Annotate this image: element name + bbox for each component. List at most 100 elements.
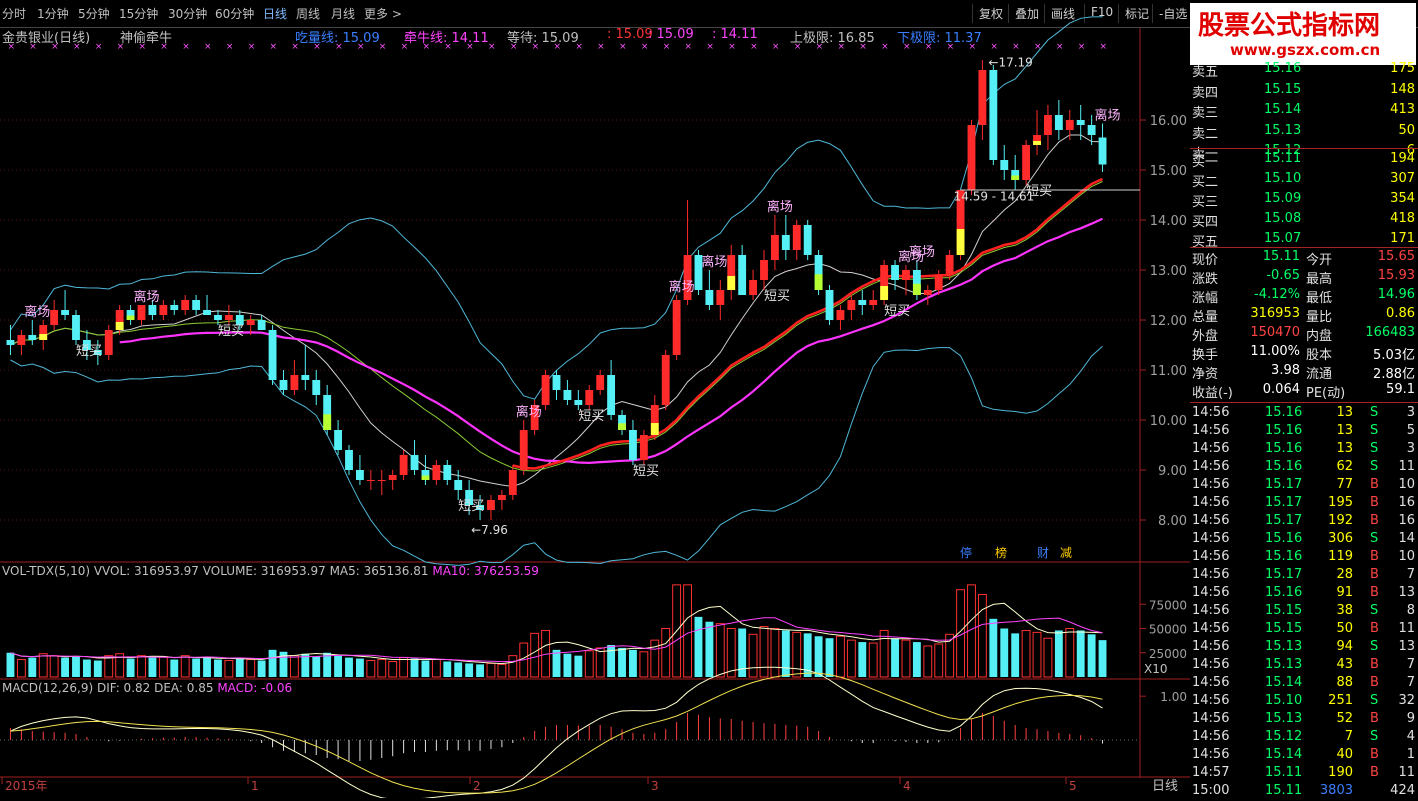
tick-volume: 13 xyxy=(1336,405,1353,420)
top-marker: × xyxy=(881,42,889,52)
quote-row: 14:57 15.11 190 B 11 xyxy=(1190,765,1418,783)
price-tick-label: 10.00 xyxy=(1150,414,1187,429)
price-tick-label: 13.00 xyxy=(1150,264,1187,279)
leave-label: 离场 xyxy=(24,304,50,320)
qianniu-line xyxy=(119,217,1103,465)
candle xyxy=(137,305,146,325)
volume-bar xyxy=(1032,631,1042,678)
candle xyxy=(989,65,998,165)
kline-chart[interactable]: 16.0015.0014.0013.0012.0011.0010.009.008… xyxy=(0,0,1190,798)
top-marker: × xyxy=(95,42,103,52)
stat-value: 3.98 xyxy=(1271,363,1300,378)
volume-bar xyxy=(148,657,157,677)
info-tag[interactable]: 减 xyxy=(1060,546,1072,560)
stat-label: PE(动) xyxy=(1306,386,1346,401)
volume-bar xyxy=(421,660,430,677)
high-price-label: ←17.19 xyxy=(988,56,1032,70)
tick-price: 15.16 xyxy=(1265,585,1303,600)
stat-value: 316953 xyxy=(1250,306,1300,321)
candle xyxy=(552,370,561,400)
top-marker: × xyxy=(663,42,671,52)
short-buy-label: 短买 xyxy=(578,409,604,424)
tick-count: 3 xyxy=(1406,405,1415,420)
stat-label: 今开 xyxy=(1306,253,1333,268)
quote-row: 14:56 15.16 62 S 11 xyxy=(1190,459,1418,477)
tick-time: 14:56 xyxy=(1192,657,1230,672)
tick-time: 14:56 xyxy=(1192,441,1230,456)
stat-label: 涨跌 xyxy=(1192,272,1219,287)
stat-value: 166483 xyxy=(1365,325,1415,340)
volume-bar xyxy=(443,661,452,677)
top-marker: × xyxy=(444,42,452,52)
top-marker: × xyxy=(706,42,714,52)
candle xyxy=(705,270,714,310)
order-price: 15.14 xyxy=(1264,102,1302,117)
volume-bar xyxy=(694,616,703,677)
tick-side: S xyxy=(1370,441,1379,456)
price-tick-label: 14.00 xyxy=(1150,214,1187,229)
tick-count: 13 xyxy=(1398,639,1415,654)
candle xyxy=(650,395,659,440)
stat-value: 15.93 xyxy=(1377,268,1415,283)
top-marker: × xyxy=(1078,42,1086,52)
quote-row: 外盘 150470 内盘 166483 xyxy=(1190,325,1418,344)
volume-bar xyxy=(214,659,222,677)
volume-bar xyxy=(6,652,15,677)
candle xyxy=(181,295,190,315)
short-buy-label: 短买 xyxy=(884,304,910,319)
tick-time: 14:56 xyxy=(1192,729,1230,744)
candle xyxy=(1098,123,1107,172)
volume-tick-label: 75000 xyxy=(1149,598,1187,612)
volume-tick-label: 25000 xyxy=(1149,647,1187,661)
short-buy-label: 短买 xyxy=(458,499,484,514)
stat-label: 总量 xyxy=(1192,310,1219,325)
order-volume: 148 xyxy=(1390,81,1415,97)
volume-bar xyxy=(104,655,114,678)
info-tag[interactable]: 财 xyxy=(1037,546,1049,560)
order-volume: 194 xyxy=(1390,151,1415,166)
volume-bar xyxy=(431,659,441,678)
info-tag[interactable]: 停 xyxy=(960,545,972,560)
price-tick-label: 12.00 xyxy=(1150,314,1187,329)
candle xyxy=(858,290,867,315)
candle xyxy=(203,295,211,315)
quote-row: 14:56 15.16 13 S 5 xyxy=(1190,423,1418,441)
candle xyxy=(978,60,987,140)
volume-bar xyxy=(49,655,59,678)
quote-row: 买三 15.09 354 xyxy=(1190,191,1418,210)
candle xyxy=(770,215,779,270)
volume-bar xyxy=(563,653,572,677)
info-tag[interactable]: 榜 xyxy=(995,545,1007,560)
tick-count: 11 xyxy=(1398,621,1415,636)
volume-bar xyxy=(868,642,878,678)
tick-volume: 190 xyxy=(1328,765,1353,780)
quote-row: 14:56 15.16 119 B 10 xyxy=(1190,549,1418,567)
tick-price: 15.14 xyxy=(1265,747,1303,762)
volume-bar xyxy=(72,656,80,677)
tick-volume: 306 xyxy=(1328,531,1353,546)
macd-header: MACD(12,26,9) DIF: 0.82 DEA: 0.85 MACD: … xyxy=(2,681,292,695)
candle xyxy=(923,285,932,305)
volume-bar xyxy=(454,662,463,677)
tick-side: B xyxy=(1370,747,1379,762)
quote-row: 14:56 15.17 192 B 16 xyxy=(1190,513,1418,531)
tick-count: 10 xyxy=(1398,549,1415,564)
candle xyxy=(639,430,648,465)
order-label: 买四 xyxy=(1192,215,1219,230)
candle xyxy=(159,300,168,320)
top-marker: × xyxy=(7,42,15,52)
tick-count: 32 xyxy=(1398,693,1415,708)
quote-row: 买二 15.10 307 xyxy=(1190,171,1418,190)
volume-bar xyxy=(846,639,856,678)
order-price: 15.15 xyxy=(1264,81,1302,97)
volume-bar xyxy=(715,623,725,678)
quote-row: 收益(-) 0.064 PE(动) 59.1 xyxy=(1190,382,1418,401)
quote-panel: 卖五 15.16 175 卖四 15.15 148 卖三 15.14 413 卖二 15.13 50 卖… xyxy=(1190,61,1418,798)
tick-volume: 28 xyxy=(1336,567,1353,582)
tick-volume: 13 xyxy=(1336,441,1353,456)
order-price: 15.13 xyxy=(1264,122,1302,138)
tick-price: 15.10 xyxy=(1265,693,1303,708)
tick-count: 16 xyxy=(1398,513,1415,528)
tick-price: 15.15 xyxy=(1265,621,1303,636)
tick-price: 15.11 xyxy=(1265,783,1303,798)
